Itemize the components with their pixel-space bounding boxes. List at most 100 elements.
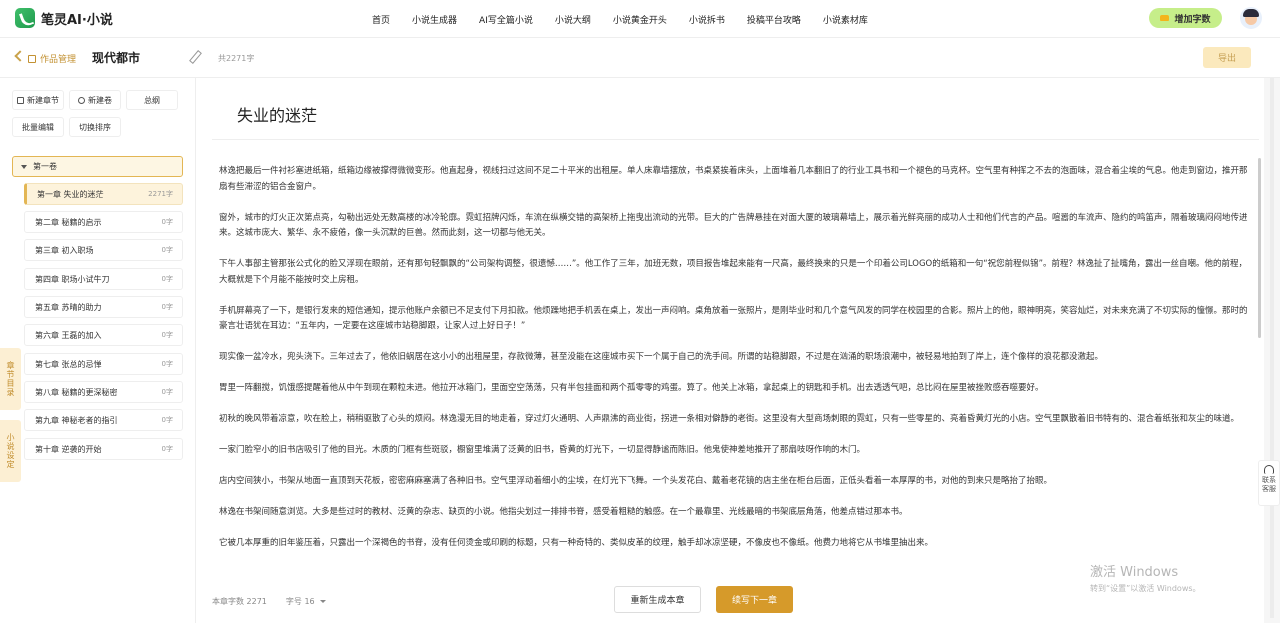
- paragraph: 下午人事部主管那张公式化的脸又浮现在眼前，还有那句轻飘飘的“公司架构调整，很遗憾…: [219, 259, 1248, 285]
- total-word-count: 共2271字: [218, 54, 255, 63]
- book-icon: [28, 54, 36, 63]
- tab-chapter-toc[interactable]: 章节目录: [0, 348, 21, 410]
- edit-icon[interactable]: [188, 51, 200, 63]
- add-words-label: 增加字数: [1174, 14, 1211, 25]
- export-button[interactable]: 导出: [1203, 47, 1251, 68]
- new-volume-button[interactable]: 新建卷: [69, 90, 121, 110]
- chapter-item[interactable]: 第七章 张总的忌惮 0字: [24, 353, 183, 375]
- top-nav: 笔灵AI·小说 首页 小说生成器 AI写全篇小说 小说大纲 小说黄金开头 小说拆…: [0, 0, 1280, 38]
- logo[interactable]: 笔灵AI·小说: [15, 8, 113, 28]
- chapter-item[interactable]: 第八章 秘籍的更深秘密 0字: [24, 381, 183, 403]
- font-size-select[interactable]: 字号 16: [286, 596, 326, 607]
- chapter-word-count: 2271字: [148, 190, 173, 198]
- paragraph: 初秋的晚风带着凉意，吹在脸上，稍稍驱散了心头的烦闷。林逸漫无目的地走着，穿过灯火…: [219, 414, 1240, 424]
- paragraph: 店内空间狭小，书架从地面一直顶到天花板，密密麻麻塞满了各种旧书。空气里浮动着细小…: [219, 476, 1053, 486]
- chapter-word-count-label: 本章字数 2271: [212, 597, 267, 606]
- watermark-title: 激活 Windows: [1090, 565, 1179, 580]
- nav-links: 首页 小说生成器 AI写全篇小说 小说大纲 小说黄金开头 小说拆书 投稿平台攻略…: [372, 0, 890, 38]
- nav-material-library[interactable]: 小说素材库: [823, 13, 868, 26]
- chevron-down-icon: [21, 164, 27, 169]
- chapter-heading[interactable]: 失业的迷茫: [237, 102, 317, 126]
- nav-novel-generator[interactable]: 小说生成器: [412, 13, 457, 26]
- work-header: 作品管理 现代都市 共2271字 导出: [0, 38, 1280, 78]
- toggle-sort-label: 切换排序: [79, 122, 111, 132]
- scrollbar-thumb[interactable]: [1258, 158, 1261, 338]
- batch-edit-button[interactable]: 批量编辑: [12, 117, 64, 137]
- batch-edit-label: 批量编辑: [22, 122, 54, 132]
- font-size-label: 字号 16: [285, 597, 315, 606]
- nav-golden-opening[interactable]: 小说黄金开头: [613, 13, 667, 26]
- new-chapter-label: 新建章节: [27, 95, 59, 105]
- headset-icon: [1264, 465, 1274, 474]
- nav-ai-full-novel[interactable]: AI写全篇小说: [479, 13, 533, 26]
- chapter-word-count: 0字: [161, 275, 173, 283]
- paragraph: 窗外，城市的灯火正次第点亮，勾勒出远处无数高楼的冰冷轮廓。霓虹招牌闪烁，车流在纵…: [219, 212, 1248, 239]
- chapter-word-count: 0字: [161, 331, 173, 339]
- avatar[interactable]: [1240, 7, 1262, 29]
- back-arrow-icon[interactable]: [14, 50, 26, 62]
- volume-label: 第一卷: [33, 162, 57, 171]
- outline-button[interactable]: 总纲: [126, 90, 178, 110]
- paragraph: 胃里一阵翻搅，饥饿感提醒着他从中午到现在颗粒未进。他拉开冰箱门，里面空空荡荡，只…: [219, 383, 1044, 393]
- new-chapter-icon: [17, 96, 24, 104]
- app-name: 笔灵AI·小说: [41, 12, 113, 28]
- contact-label: 联系客服: [1262, 476, 1276, 493]
- chapter-title: 第六章 王磊的加入: [35, 330, 102, 340]
- paragraph: 林逸在书架间随意浏览。大多是些过时的教材、泛黄的杂志、缺页的小说。他指尖划过一排…: [219, 507, 908, 517]
- paragraph: 一家门脸窄小的旧书店吸引了他的目光。木质的门框有些斑驳，橱窗里堆满了泛黄的旧书，…: [219, 445, 866, 455]
- chapter-word-count: 0字: [161, 445, 173, 453]
- nav-outline[interactable]: 小说大纲: [555, 13, 591, 26]
- tab-novel-settings[interactable]: 小说设定: [0, 420, 21, 482]
- chapter-title: 第七章 张总的忌惮: [35, 359, 102, 369]
- editor-footer: 本章字数 2271 字号 16: [212, 596, 326, 607]
- watermark-subtitle: 转到“设置”以激活 Windows。: [1090, 584, 1201, 593]
- outline-label: 总纲: [144, 95, 160, 105]
- editor-panel: 失业的迷茫 林逸把最后一件衬衫塞进纸箱，纸箱边缘被撑得微微变形。他直起身，视线扫…: [197, 78, 1264, 623]
- crown-icon: [1160, 15, 1170, 21]
- chapter-title: 第三章 初入职场: [35, 245, 94, 255]
- breadcrumb-label: 作品管理: [40, 55, 77, 65]
- chapter-word-count: 0字: [161, 246, 173, 254]
- paragraph: 现实像一盆冷水，兜头浇下。三年过去了，他依旧蜗居在这小小的出租屋里，存款微薄，甚…: [219, 352, 1104, 362]
- windows-activation-watermark: 激活 Windows 转到“设置”以激活 Windows。: [1090, 561, 1201, 594]
- book-title: 现代都市: [92, 51, 141, 65]
- chapter-item[interactable]: 第五章 苏晴的助力 0字: [24, 296, 183, 318]
- chapter-title: 第十章 逆袭的开始: [35, 444, 102, 454]
- chapter-body[interactable]: 林逸把最后一件衬衫塞进纸箱，纸箱边缘被撑得微微变形。他直起身，视线扫过这间不足二…: [219, 164, 1253, 569]
- continue-next-chapter-button[interactable]: 续写下一章: [716, 586, 793, 613]
- new-chapter-button[interactable]: 新建章节: [12, 90, 64, 110]
- nav-book-breakdown[interactable]: 小说拆书: [689, 13, 725, 26]
- chevron-down-icon: [319, 600, 326, 603]
- paragraph: 它被几本厚重的旧年鉴压着，只露出一个深褐色的书脊，没有任何烫金或印刷的标题，只有…: [219, 538, 934, 548]
- breadcrumb[interactable]: 作品管理: [28, 52, 76, 65]
- chapter-item[interactable]: 第六章 王磊的加入 0字: [24, 324, 183, 346]
- chapter-item[interactable]: 第四章 职场小试牛刀 0字: [24, 268, 183, 290]
- chapter-item[interactable]: 第一章 失业的迷茫 2271字: [24, 183, 183, 205]
- chapter-item[interactable]: 第十章 逆袭的开始 0字: [24, 438, 183, 460]
- add-words-button[interactable]: 增加字数: [1149, 8, 1222, 28]
- chapter-item[interactable]: 第三章 初入职场 0字: [24, 239, 183, 261]
- paragraph: 林逸把最后一件衬衫塞进纸箱，纸箱边缘被撑得微微变形。他直起身，视线扫过这间不足二…: [219, 166, 1248, 192]
- editor-scrollbar[interactable]: [1258, 158, 1261, 568]
- new-volume-label: 新建卷: [88, 95, 112, 105]
- chapter-word-count: 0字: [161, 388, 173, 396]
- chapter-sidebar: 新建章节 新建卷 总纲 批量编辑 切换排序 第一卷 第一章 失业的迷茫 2271…: [0, 78, 196, 623]
- chapter-item[interactable]: 第九章 神秘老者的指引 0字: [24, 409, 183, 431]
- chapter-title: 第九章 神秘老者的指引: [35, 415, 118, 425]
- nav-home[interactable]: 首页: [372, 13, 390, 26]
- chapter-word-count: 0字: [161, 303, 173, 311]
- chapter-title: 第一章 失业的迷茫: [37, 189, 104, 199]
- chapter-word-count: 0字: [161, 218, 173, 226]
- toggle-sort-button[interactable]: 切换排序: [69, 117, 121, 137]
- divider: [212, 139, 1259, 140]
- contact-support-button[interactable]: 联系客服: [1258, 460, 1280, 506]
- chapter-word-count: 0字: [161, 416, 173, 424]
- chapter-word-count: 0字: [161, 360, 173, 368]
- chapter-item[interactable]: 第二章 秘籍的启示 0字: [24, 211, 183, 233]
- regenerate-chapter-button[interactable]: 重新生成本章: [614, 586, 701, 613]
- plus-circle-icon: [78, 96, 85, 104]
- chapter-title: 第二章 秘籍的启示: [35, 217, 102, 227]
- volume-item[interactable]: 第一卷: [12, 156, 183, 177]
- page-scrollbar[interactable]: [1264, 78, 1280, 623]
- nav-submission-guide[interactable]: 投稿平台攻略: [747, 13, 801, 26]
